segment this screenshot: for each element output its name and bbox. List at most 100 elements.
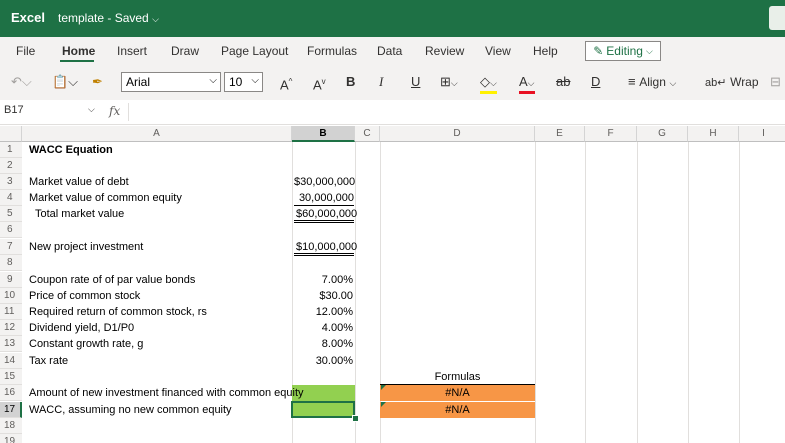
- cell-b5[interactable]: $60,000,000: [294, 206, 357, 223]
- cell-b11[interactable]: 12.00%: [292, 304, 355, 320]
- row-header[interactable]: 18: [0, 418, 22, 434]
- row-header[interactable]: 5: [0, 206, 22, 222]
- column-header-a[interactable]: A: [22, 126, 292, 142]
- bold-button[interactable]: B: [346, 74, 355, 90]
- row-header[interactable]: 15: [0, 369, 22, 385]
- row-header[interactable]: 10: [0, 288, 22, 304]
- row-header[interactable]: 4: [0, 190, 22, 206]
- spreadsheet-grid[interactable]: A B C D E F G H I 1 2 3 4 5 6 7 8 9 10 1…: [0, 126, 785, 443]
- column-header-c[interactable]: C: [355, 126, 380, 142]
- decrease-font-size-button[interactable]: Av: [313, 74, 326, 93]
- column-header-e[interactable]: E: [535, 126, 585, 142]
- wrap-icon: ab↵: [705, 77, 727, 89]
- row-header[interactable]: 19: [0, 434, 22, 443]
- menu-review[interactable]: Review: [425, 44, 464, 58]
- active-cell-outline[interactable]: [291, 401, 355, 418]
- gridline: [585, 142, 586, 443]
- cell-a17[interactable]: WACC, assuming no new common equity: [27, 402, 234, 418]
- wrap-button[interactable]: ab↵ Wrap: [705, 74, 759, 91]
- merge-icon[interactable]: ⊟: [770, 74, 781, 90]
- double-underline-icon[interactable]: D: [591, 74, 600, 90]
- menu-home[interactable]: Home: [62, 44, 95, 58]
- chevron-down-icon: ⌵: [152, 14, 159, 24]
- column-header-d[interactable]: D: [380, 126, 535, 142]
- select-all-corner[interactable]: [0, 126, 22, 142]
- cell-b7[interactable]: $10,000,000: [294, 239, 357, 256]
- align-button[interactable]: ≡ Align ⌵: [628, 74, 676, 91]
- cell-b9[interactable]: 7.00%: [292, 272, 355, 288]
- underline-button[interactable]: U: [411, 74, 420, 90]
- cell-b4[interactable]: 30,000,000: [294, 190, 354, 206]
- row-header[interactable]: 16: [0, 385, 22, 401]
- menu-page-layout[interactable]: Page Layout: [221, 44, 288, 58]
- row-header[interactable]: 1: [0, 142, 22, 158]
- cell-b14[interactable]: 30.00%: [292, 353, 355, 369]
- menu-help[interactable]: Help: [533, 44, 558, 58]
- cell-a4[interactable]: Market value of common equity: [27, 190, 184, 206]
- formula-cell-d17[interactable]: #N/A: [380, 402, 535, 418]
- cell-b10[interactable]: $30.00: [292, 288, 355, 304]
- row-header[interactable]: 7: [0, 239, 22, 255]
- cell-a16[interactable]: Amount of new investment financed with c…: [27, 385, 306, 401]
- fill-handle[interactable]: [352, 415, 359, 422]
- italic-button[interactable]: I: [379, 74, 383, 90]
- fill-color-icon[interactable]: ◇⌵: [480, 74, 497, 94]
- cell-a11[interactable]: Required return of common stock, rs: [27, 304, 209, 320]
- format-painter-icon[interactable]: ✒: [92, 74, 103, 90]
- cell-a1[interactable]: WACC Equation: [27, 142, 115, 158]
- row-header[interactable]: 3: [0, 174, 22, 190]
- cell-b12[interactable]: 4.00%: [292, 320, 355, 336]
- column-header-g[interactable]: G: [637, 126, 688, 142]
- title-bar-button[interactable]: [769, 6, 785, 30]
- cell-d15[interactable]: Formulas: [380, 369, 535, 385]
- formula-input[interactable]: [128, 103, 785, 121]
- row-header[interactable]: 9: [0, 272, 22, 288]
- menu-view[interactable]: View: [485, 44, 511, 58]
- formula-cell-d16[interactable]: #N/A: [380, 385, 535, 401]
- undo-icon[interactable]: ↶⌵: [11, 74, 32, 90]
- row-header[interactable]: 8: [0, 255, 22, 271]
- column-header-b[interactable]: B: [292, 126, 355, 142]
- cell-b3[interactable]: $30,000,000: [292, 174, 355, 190]
- font-size-select[interactable]: 10 ⌵: [224, 72, 263, 92]
- menu-formulas[interactable]: Formulas: [307, 44, 357, 58]
- borders-icon[interactable]: ⊞⌵: [440, 74, 458, 91]
- cell-a9[interactable]: Coupon rate of of par value bonds: [27, 272, 197, 288]
- row-header[interactable]: 6: [0, 222, 22, 238]
- editing-label: Editing: [606, 44, 643, 58]
- font-color-button[interactable]: A⌵: [519, 74, 535, 94]
- pencil-icon: ✎: [593, 44, 604, 58]
- error-indicator-icon: [381, 402, 386, 407]
- row-header[interactable]: 17: [0, 402, 22, 418]
- gridline: [739, 142, 740, 443]
- cell-a5[interactable]: Total market value: [33, 206, 126, 222]
- increase-font-size-button[interactable]: A^: [280, 74, 292, 93]
- cell-a12[interactable]: Dividend yield, D1/P0: [27, 320, 136, 336]
- editing-mode-button[interactable]: ✎ Editing ⌵: [585, 41, 661, 61]
- cell-a3[interactable]: Market value of debt: [27, 174, 131, 190]
- row-header[interactable]: 11: [0, 304, 22, 320]
- strikethrough-button[interactable]: ab: [556, 74, 570, 90]
- column-header-i[interactable]: I: [739, 126, 785, 142]
- menu-insert[interactable]: Insert: [117, 44, 147, 58]
- document-title[interactable]: template - Saved ⌵: [58, 11, 159, 25]
- cell-b13[interactable]: 8.00%: [292, 336, 355, 352]
- row-header[interactable]: 12: [0, 320, 22, 336]
- menu-file[interactable]: File: [16, 44, 35, 58]
- cell-a7[interactable]: New project investment: [27, 239, 145, 255]
- active-tab-indicator: [60, 60, 94, 62]
- column-header-f[interactable]: F: [585, 126, 637, 142]
- row-header[interactable]: 13: [0, 336, 22, 352]
- cell-a13[interactable]: Constant growth rate, g: [27, 336, 145, 352]
- menu-draw[interactable]: Draw: [171, 44, 199, 58]
- paste-icon[interactable]: 📋⌵: [52, 74, 78, 90]
- font-family-select[interactable]: Arial ⌵: [121, 72, 221, 92]
- name-box[interactable]: B17 ⌵: [0, 103, 98, 121]
- column-header-h[interactable]: H: [688, 126, 739, 142]
- row-header[interactable]: 2: [0, 158, 22, 174]
- row-header[interactable]: 14: [0, 353, 22, 369]
- cell-a10[interactable]: Price of common stock: [27, 288, 142, 304]
- menu-data[interactable]: Data: [377, 44, 402, 58]
- cell-a14[interactable]: Tax rate: [27, 353, 70, 369]
- chevron-down-icon: ⌵: [645, 45, 653, 56]
